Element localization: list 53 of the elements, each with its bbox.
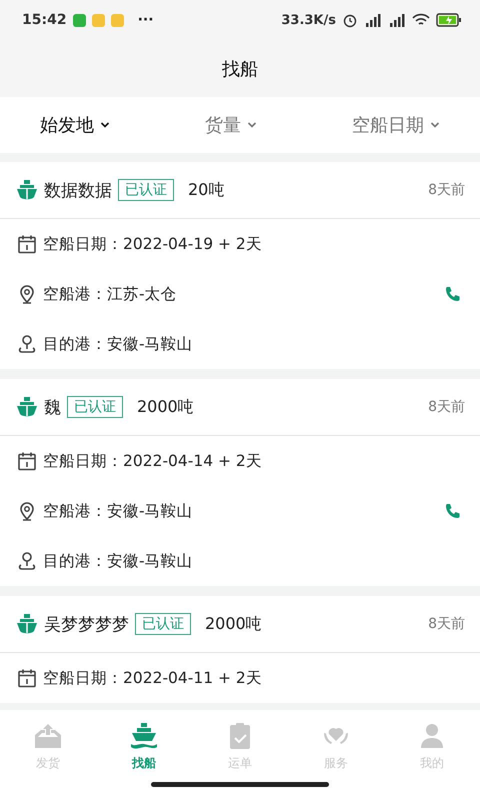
- message-notification-icon: [110, 14, 124, 26]
- chevron-down-icon: [100, 121, 110, 129]
- calendar-icon: [17, 451, 37, 471]
- battery-icon: [436, 13, 462, 27]
- ship-owner-name: 吴梦梦梦梦: [44, 614, 129, 636]
- message-notification-icon: [92, 14, 105, 26]
- location-pin-icon: [17, 284, 37, 304]
- departure-port: 空船港：江苏-太仓: [43, 284, 177, 304]
- verified-badge: 已认证: [118, 179, 174, 201]
- network-speed: 33.3K/s: [281, 12, 336, 28]
- tonnage: 20吨: [188, 180, 224, 200]
- tonnage: 2000吨: [205, 614, 262, 634]
- ship-icon: [16, 396, 38, 418]
- filter-dropdown[interactable]: 始发地: [40, 109, 110, 141]
- ship-owner-name: 魏: [44, 396, 61, 418]
- signal-icon: [388, 13, 406, 27]
- ship-card[interactable]: 数据数据 已认证 20吨 8天前 空船日期：2022-04-19 + 2天 空船港：江苏-太仓 目的港：安徽-马鞍山: [0, 162, 480, 369]
- destination-port: 目的港：安徽-马鞍山: [43, 550, 193, 572]
- chevron-down-icon: [247, 121, 257, 129]
- verified-badge: 已认证: [67, 396, 123, 418]
- boat-icon: [129, 720, 159, 750]
- phone-icon[interactable]: [444, 502, 462, 520]
- destination-pin-icon: [17, 551, 37, 571]
- location-pin-icon: [17, 501, 37, 521]
- status-time: 15:42: [22, 12, 67, 28]
- vacancy-date: 空船日期：2022-04-14 + 2天: [43, 450, 262, 472]
- ship-card[interactable]: 魏 已认证 2000吨 8天前 空船日期：2022-04-14 + 2天 空船港：安徽-马鞍山 目的港：安徽-马鞍山: [0, 379, 480, 586]
- nav-tab[interactable]: 找船: [96, 710, 192, 782]
- signal-icon: [364, 13, 382, 27]
- ship-card[interactable]: 吴梦梦梦梦 已认证 2000吨 8天前 空船日期：2022-04-11 + 2天: [0, 596, 480, 703]
- ship-icon: [16, 179, 38, 201]
- posted-time: 8天前: [428, 615, 465, 633]
- alarm-icon: [342, 12, 358, 28]
- calendar-icon: [17, 234, 37, 254]
- filter-dropdown[interactable]: 空船日期: [352, 109, 440, 141]
- calendar-icon: [17, 668, 37, 688]
- vacancy-date: 空船日期：2022-04-19 + 2天: [43, 234, 262, 254]
- phone-icon[interactable]: [444, 285, 462, 303]
- filter-dropdown[interactable]: 货量: [205, 109, 257, 141]
- wifi-icon: [412, 13, 430, 27]
- posted-time: 8天前: [428, 398, 465, 416]
- verified-badge: 已认证: [135, 613, 191, 635]
- destination-port: 目的港：安徽-马鞍山: [43, 334, 193, 354]
- chevron-down-icon: [430, 121, 440, 129]
- app-notification-icon: [72, 14, 86, 26]
- vacancy-date: 空船日期：2022-04-11 + 2天: [43, 668, 262, 688]
- more-notifications: ···: [138, 12, 154, 28]
- tonnage: 2000吨: [137, 396, 194, 418]
- posted-time: 8天前: [428, 181, 465, 199]
- departure-port: 空船港：安徽-马鞍山: [43, 500, 193, 522]
- ship-icon: [16, 613, 38, 635]
- ship-owner-name: 数据数据: [44, 180, 112, 202]
- destination-pin-icon: [17, 334, 37, 354]
